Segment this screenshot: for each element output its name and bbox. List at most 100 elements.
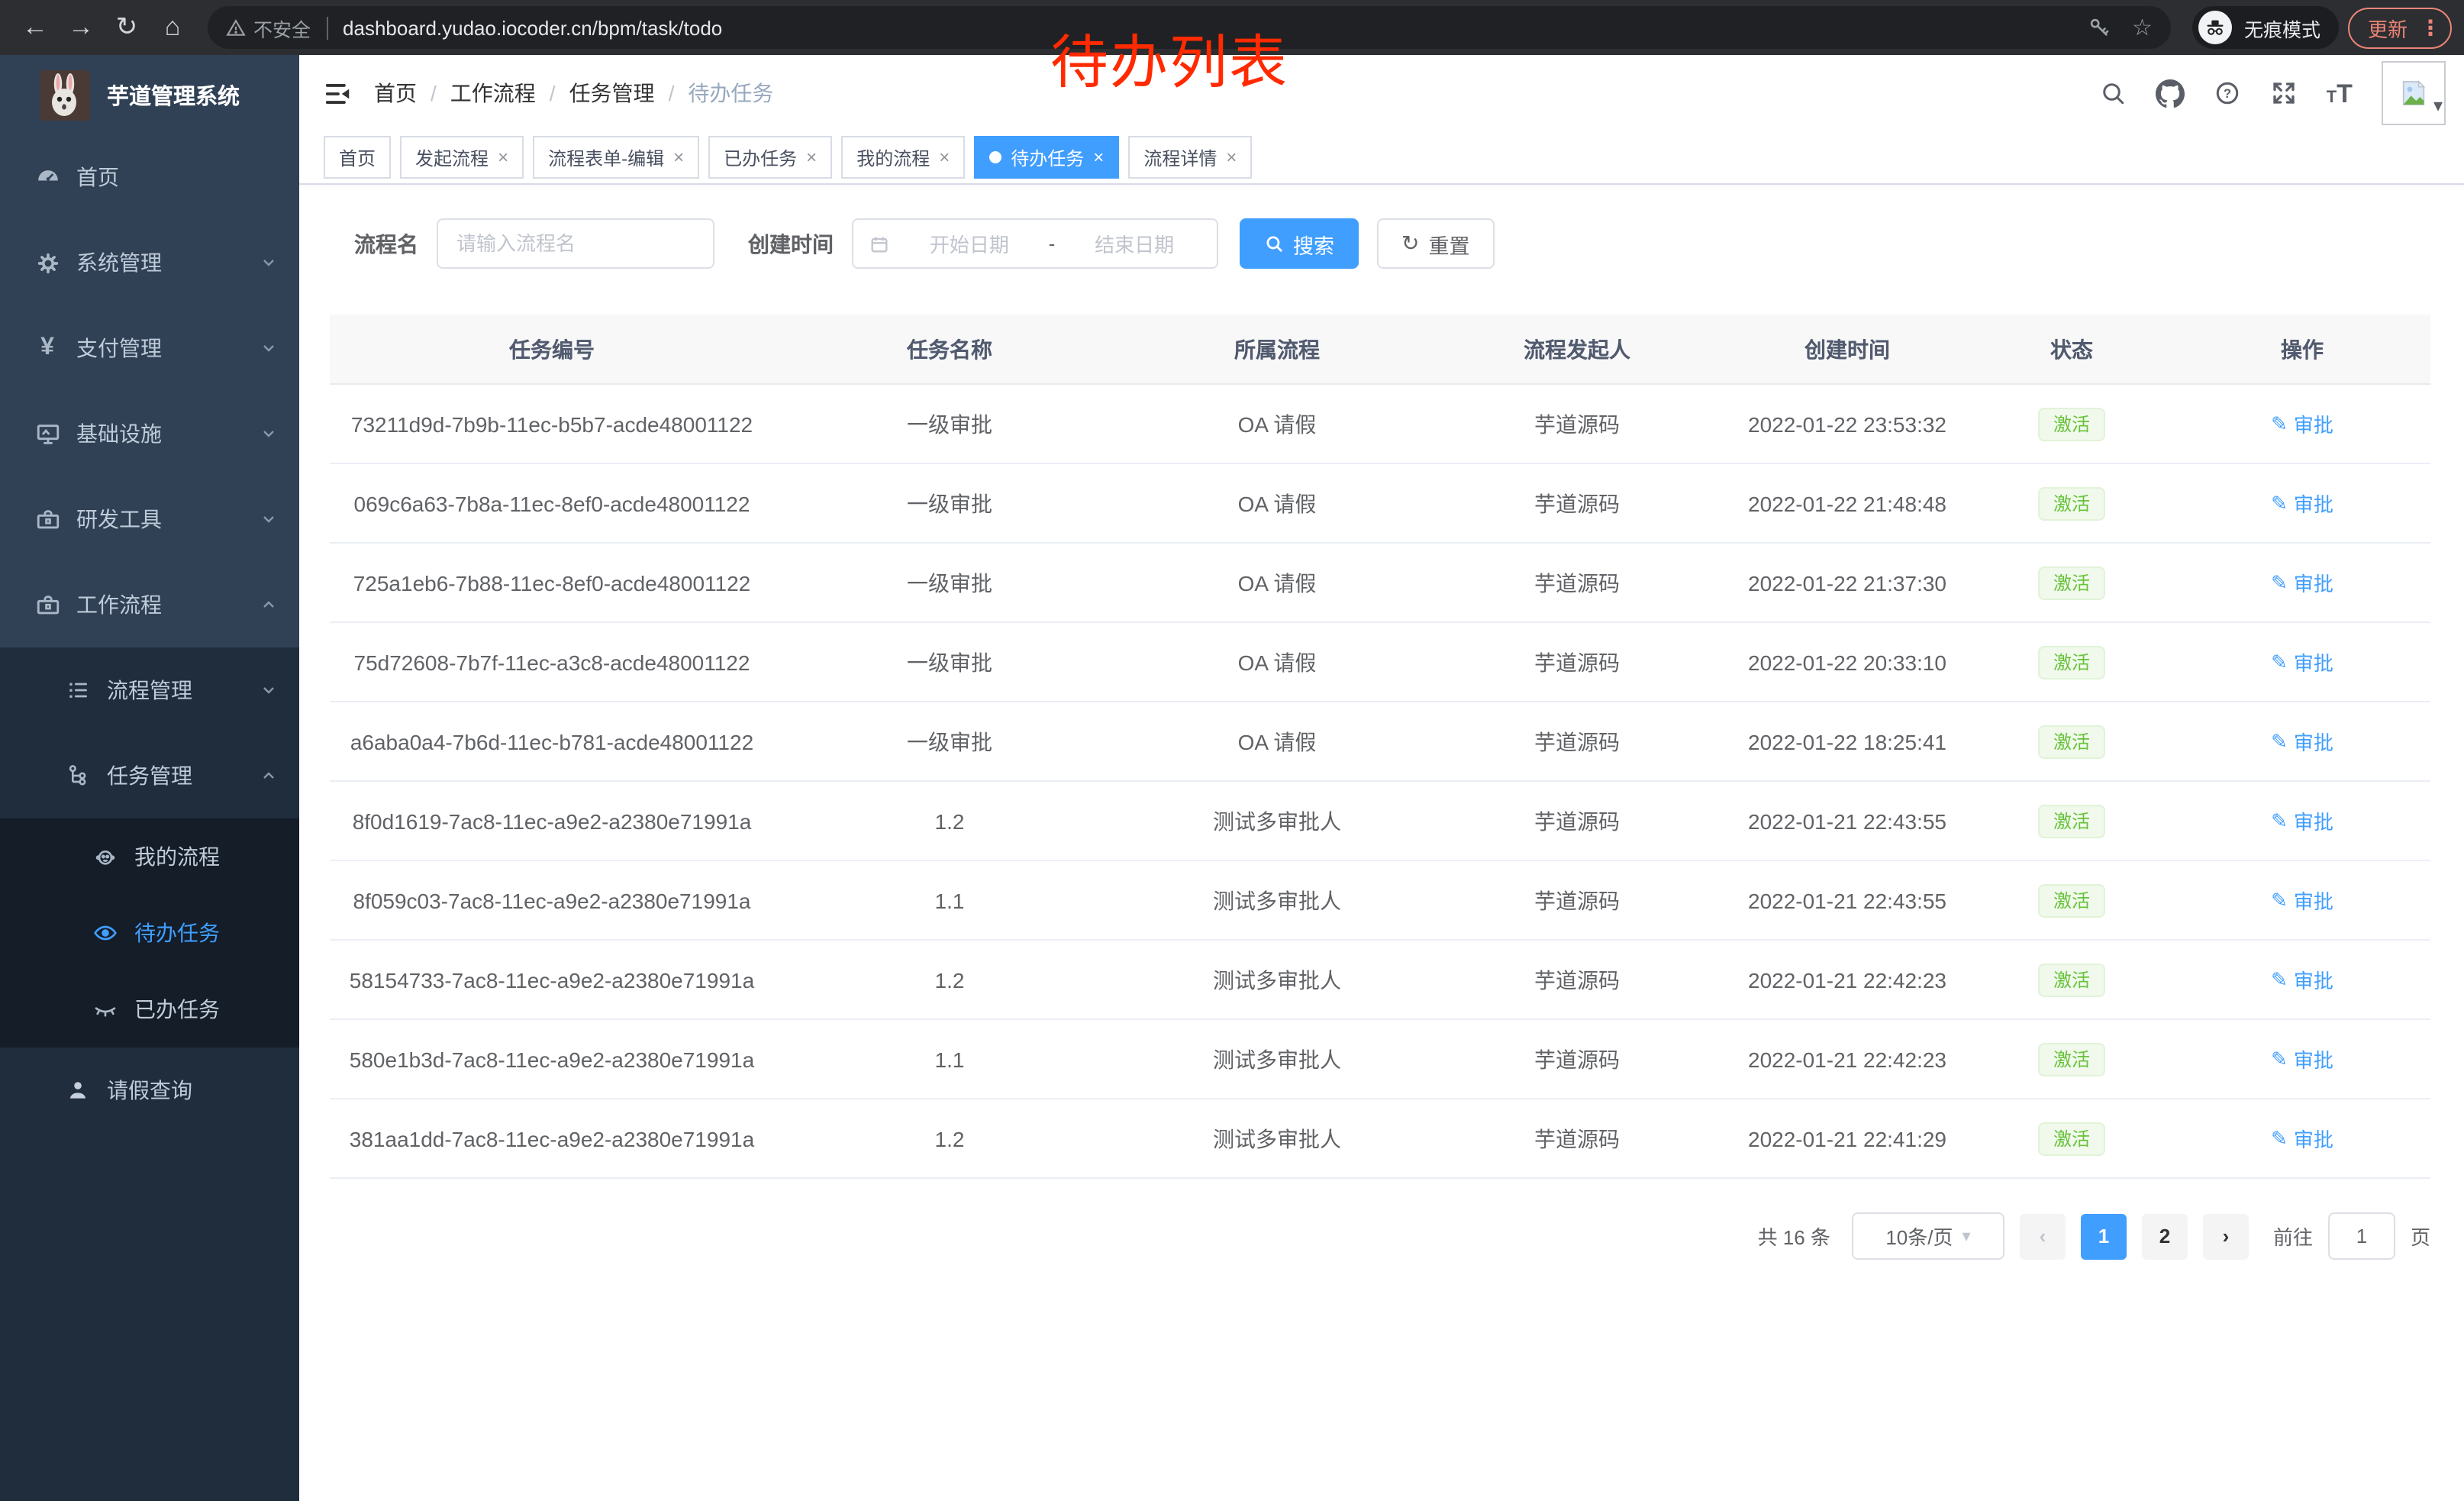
approve-link[interactable]: ✎ 审批: [2271, 489, 2333, 518]
cell-task-id: 580e1b3d-7ac8-11ec-a9e2-a2380e71991a: [330, 1019, 774, 1099]
cell-process: OA 请假: [1125, 622, 1429, 702]
cell-actions: ✎ 审批: [2174, 781, 2430, 860]
sidebar-item-devtools[interactable]: 研发工具: [0, 476, 299, 562]
reset-button[interactable]: ↻ 重置: [1377, 218, 1494, 269]
browser-back-icon[interactable]: ←: [12, 5, 58, 50]
sidebar-item-todo-tasks[interactable]: 待办任务: [0, 895, 299, 971]
cell-starter: 芋道源码: [1429, 781, 1725, 860]
table-row: 580e1b3d-7ac8-11ec-a9e2-a2380e71991a 1.1…: [330, 1019, 2430, 1099]
list-icon: [64, 678, 92, 702]
close-icon[interactable]: ×: [939, 148, 950, 166]
cell-actions: ✎ 审批: [2174, 622, 2430, 702]
browser-menu-icon[interactable]: ⋮: [2420, 15, 2441, 40]
approve-link[interactable]: ✎ 审批: [2271, 568, 2333, 597]
chevron-down-icon: [260, 424, 278, 443]
process-name-input[interactable]: [437, 218, 714, 269]
sidebar-item-process-mgmt[interactable]: 流程管理: [0, 647, 299, 733]
breadcrumb-home[interactable]: 首页: [374, 78, 417, 108]
table-header-row: 任务编号 任务名称 所属流程 流程发起人 创建时间 状态 操作: [330, 315, 2430, 384]
cell-task-name: 1.2: [774, 781, 1125, 860]
approve-link[interactable]: ✎ 审批: [2271, 1124, 2333, 1153]
dashboard-icon: [34, 164, 61, 190]
broken-image-icon: [2398, 78, 2429, 108]
breadcrumb-task-mgmt[interactable]: 任务管理: [569, 78, 655, 108]
goto-page-input[interactable]: [2328, 1212, 2395, 1260]
sidebar-collapse-icon[interactable]: [299, 79, 374, 108]
close-icon[interactable]: ×: [673, 148, 684, 166]
cell-create-time: 2022-01-21 22:43:55: [1725, 781, 1969, 860]
cell-process: 测试多审批人: [1125, 1019, 1429, 1099]
browser-reload-icon[interactable]: ↻: [104, 5, 150, 50]
approve-link[interactable]: ✎ 审批: [2271, 1044, 2333, 1073]
approve-link[interactable]: ✎ 审批: [2271, 647, 2333, 676]
browser-home-icon[interactable]: ⌂: [150, 5, 195, 50]
tag-process-form-edit[interactable]: 流程表单-编辑×: [533, 136, 699, 179]
next-page-button[interactable]: ›: [2203, 1213, 2249, 1259]
end-date-placeholder[interactable]: 结束日期: [1067, 229, 1201, 258]
close-icon[interactable]: ×: [1093, 148, 1104, 166]
edit-icon: ✎: [2271, 888, 2288, 912]
tag-process-detail[interactable]: 流程详情×: [1128, 136, 1252, 179]
breadcrumb-workflow[interactable]: 工作流程: [450, 78, 536, 108]
status-badge: 激活: [2038, 963, 2105, 996]
sidebar-item-workflow[interactable]: 工作流程: [0, 562, 299, 647]
close-icon[interactable]: ×: [498, 148, 508, 166]
page-button-2[interactable]: 2: [2142, 1213, 2188, 1259]
browser-update-button[interactable]: 更新 ⋮: [2348, 7, 2452, 48]
start-date-placeholder[interactable]: 开始日期: [902, 229, 1037, 258]
help-icon[interactable]: ?: [2214, 79, 2241, 107]
github-icon[interactable]: [2156, 79, 2185, 108]
sidebar-item-task-mgmt[interactable]: 任务管理: [0, 733, 299, 818]
cell-process: 测试多审批人: [1125, 1099, 1429, 1178]
sidebar-item-infra[interactable]: 基础设施: [0, 391, 299, 476]
update-label: 更新: [2368, 13, 2408, 42]
table-row: 58154733-7ac8-11ec-a9e2-a2380e71991a 1.2…: [330, 940, 2430, 1019]
tag-done-tasks[interactable]: 已办任务×: [708, 136, 832, 179]
page-button-1[interactable]: 1: [2081, 1213, 2127, 1259]
search-button[interactable]: 搜索: [1240, 218, 1359, 269]
approve-link[interactable]: ✎ 审批: [2271, 727, 2333, 756]
task-table: 任务编号 任务名称 所属流程 流程发起人 创建时间 状态 操作 73211d9d…: [330, 315, 2430, 1179]
tags-view: 首页 发起流程× 流程表单-编辑× 已办任务× 我的流程× 待办任务×: [299, 131, 2464, 185]
edit-icon: ✎: [2271, 412, 2288, 436]
sidebar-item-payment[interactable]: ¥ 支付管理: [0, 305, 299, 391]
breadcrumb-current: 待办任务: [688, 78, 773, 108]
avatar-caret-icon[interactable]: ▾: [2433, 95, 2443, 116]
prev-page-button[interactable]: ‹: [2020, 1213, 2066, 1259]
cell-actions: ✎ 审批: [2174, 702, 2430, 781]
approve-link[interactable]: ✎ 审批: [2271, 806, 2333, 835]
tree-icon: [64, 763, 92, 788]
cell-create-time: 2022-01-21 22:42:23: [1725, 940, 1969, 1019]
tag-todo-tasks[interactable]: 待办任务×: [974, 136, 1119, 179]
cell-process: OA 请假: [1125, 702, 1429, 781]
cell-task-id: 58154733-7ac8-11ec-a9e2-a2380e71991a: [330, 940, 774, 1019]
search-icon[interactable]: [2099, 79, 2127, 107]
bookmark-star-icon[interactable]: ☆: [2132, 14, 2153, 41]
tag-home[interactable]: 首页: [324, 136, 391, 179]
key-icon[interactable]: [2086, 15, 2111, 40]
tag-my-process[interactable]: 我的流程×: [841, 136, 965, 179]
sidebar-item-done-tasks[interactable]: 已办任务: [0, 971, 299, 1047]
col-actions: 操作: [2174, 315, 2430, 384]
chevron-down-icon: [260, 339, 278, 357]
approve-link[interactable]: ✎ 审批: [2271, 409, 2333, 438]
pagination: 共 16 条 10条/页 ▾ ‹ 1 2 › 前往 页: [330, 1212, 2430, 1260]
close-icon[interactable]: ×: [1226, 148, 1237, 166]
approve-link[interactable]: ✎ 审批: [2271, 886, 2333, 915]
font-size-icon[interactable]: TT: [2327, 80, 2353, 106]
sidebar-item-leave-query[interactable]: 请假查询: [0, 1047, 299, 1133]
cell-status: 激活: [1969, 622, 2174, 702]
sidebar-item-system[interactable]: 系统管理: [0, 220, 299, 305]
edit-icon: ✎: [2271, 729, 2288, 754]
cell-starter: 芋道源码: [1429, 940, 1725, 1019]
tag-start-process[interactable]: 发起流程×: [400, 136, 524, 179]
close-icon[interactable]: ×: [806, 148, 817, 166]
sidebar-item-home[interactable]: 首页: [0, 134, 299, 220]
approve-link[interactable]: ✎ 审批: [2271, 965, 2333, 994]
table-row: 73211d9d-7b9b-11ec-b5b7-acde48001122 一级审…: [330, 384, 2430, 463]
sidebar-item-my-process[interactable]: 我的流程: [0, 818, 299, 895]
date-range-input[interactable]: 开始日期 - 结束日期: [852, 218, 1218, 269]
page-size-select[interactable]: 10条/页 ▾: [1852, 1212, 2004, 1260]
browser-forward-icon[interactable]: →: [58, 5, 104, 50]
fullscreen-icon[interactable]: [2270, 79, 2298, 107]
